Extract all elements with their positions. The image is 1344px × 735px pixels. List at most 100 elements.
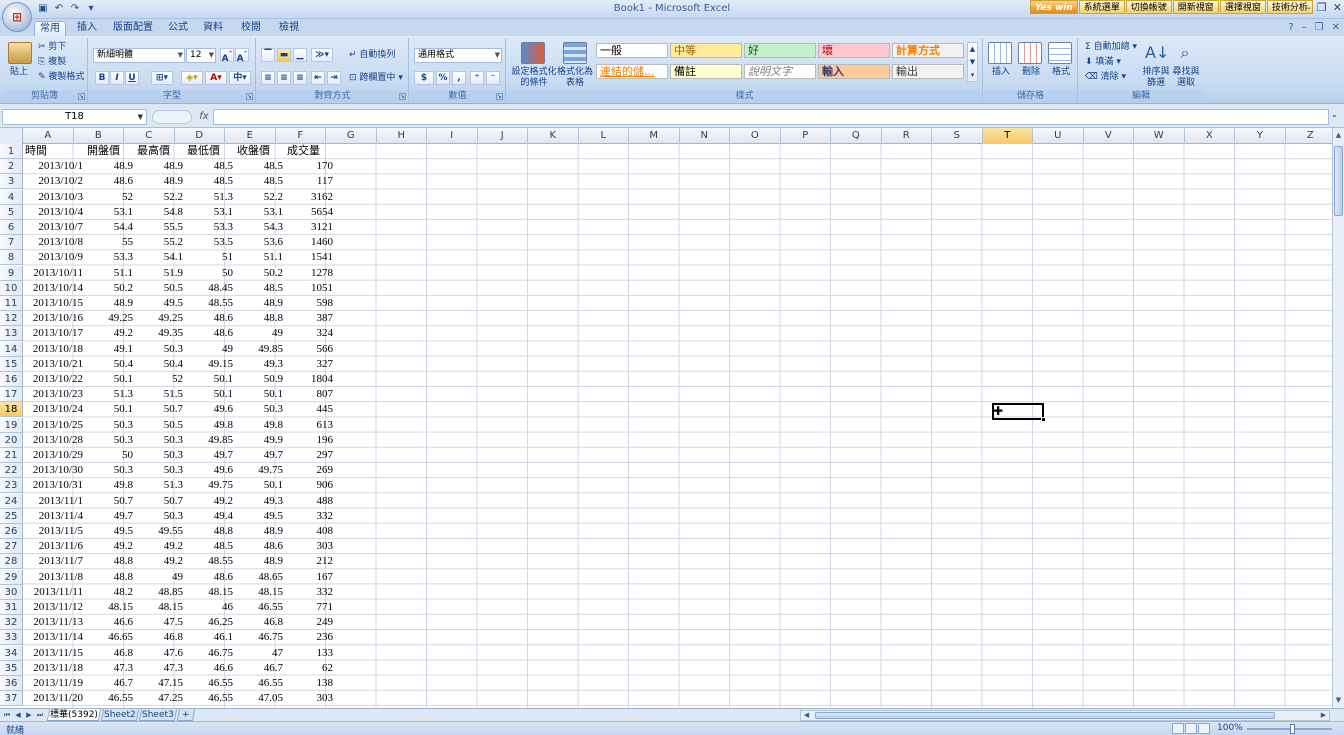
data-cell[interactable]: 47.5: [135, 615, 185, 630]
data-cell[interactable]: 49.6: [185, 463, 235, 478]
data-cell[interactable]: 46.55: [235, 676, 285, 691]
row-header[interactable]: 9: [0, 265, 23, 281]
column-header-a[interactable]: A: [23, 128, 74, 144]
data-cell[interactable]: 50.3: [85, 463, 135, 478]
data-cell[interactable]: 2013/10/29: [23, 448, 85, 463]
cell-style-8[interactable]: 輸入: [818, 64, 890, 79]
data-cell[interactable]: 48.15: [85, 600, 135, 615]
cell-area[interactable]: 時間 開盤價 最高價 最低價 收盤價 成交量 2013/10/1 48.9 48.9 48.5 48…: [23, 144, 1332, 708]
row-header[interactable]: 17: [0, 387, 23, 403]
data-cell[interactable]: 48.5: [185, 539, 235, 554]
data-cell[interactable]: 50.1: [185, 372, 235, 387]
workbook-close-icon[interactable]: ✕: [1332, 22, 1340, 33]
data-cell[interactable]: 54.3: [235, 220, 285, 235]
data-cell[interactable]: 49.8: [235, 418, 285, 433]
data-cell[interactable]: 2013/11/18: [23, 661, 85, 676]
alignment-launcher-icon[interactable]: ↘: [399, 93, 406, 100]
row-header[interactable]: 31: [0, 600, 23, 615]
binoculars-icon[interactable]: ⌕: [1173, 42, 1197, 64]
row-header[interactable]: 18: [0, 402, 23, 418]
cell-style-1[interactable]: 中等: [670, 43, 742, 58]
data-cell[interactable]: 54.1: [135, 250, 185, 265]
column-header-k[interactable]: K: [528, 128, 579, 144]
fill-color-icon[interactable]: ◈▾: [181, 71, 203, 85]
row-header[interactable]: 27: [0, 539, 23, 555]
row-header[interactable]: 7: [0, 235, 23, 251]
data-cell[interactable]: 48.9: [85, 296, 135, 311]
data-cell[interactable]: 52.2: [235, 190, 285, 205]
column-header-j[interactable]: J: [478, 128, 528, 144]
data-cell[interactable]: 49.9: [235, 433, 285, 448]
data-cell[interactable]: 46.55: [185, 691, 235, 706]
data-cell[interactable]: 50.1: [235, 387, 285, 402]
row-header[interactable]: 14: [0, 341, 23, 357]
data-cell[interactable]: 49.2: [135, 554, 185, 569]
data-cell[interactable]: 2013/11/20: [23, 691, 85, 706]
sort-filter-button[interactable]: 排序與篩選: [1141, 67, 1171, 89]
sheet-tab-1[interactable]: 標華(5392): [46, 709, 102, 721]
column-header-z[interactable]: Z: [1286, 128, 1333, 144]
data-cell[interactable]: 133: [285, 646, 335, 661]
data-cell[interactable]: 50.9: [235, 372, 285, 387]
data-cell[interactable]: 2013/10/8: [23, 235, 85, 250]
data-cell[interactable]: 2013/10/1: [23, 159, 85, 174]
data-cell[interactable]: 49.7: [185, 448, 235, 463]
data-cell[interactable]: 2013/11/12: [23, 600, 85, 615]
normal-view-icon[interactable]: [1172, 723, 1184, 734]
row-header[interactable]: 4: [0, 189, 23, 205]
increase-indent-icon[interactable]: ⇥: [327, 71, 341, 85]
data-cell[interactable]: 49: [135, 570, 185, 585]
data-cell[interactable]: 2013/10/21: [23, 357, 85, 372]
data-cell[interactable]: 2013/10/2: [23, 174, 85, 189]
data-cell[interactable]: 51.3: [135, 478, 185, 493]
row-header[interactable]: 28: [0, 554, 23, 570]
borders-icon[interactable]: ⊞▾: [151, 71, 173, 85]
insert-function-button[interactable]: fx: [196, 109, 212, 125]
data-cell[interactable]: 50.3: [135, 433, 185, 448]
data-cell[interactable]: 1804: [285, 372, 335, 387]
data-cell[interactable]: 47.25: [135, 691, 185, 706]
data-cell[interactable]: 2013/10/9: [23, 250, 85, 265]
data-cell[interactable]: 48.9: [85, 159, 135, 174]
data-cell[interactable]: 47.6: [135, 646, 185, 661]
orientation-icon[interactable]: ≫▾: [311, 48, 333, 62]
data-cell[interactable]: 48.15: [235, 585, 285, 600]
restore-icon[interactable]: ❐: [1317, 1, 1327, 14]
data-cell[interactable]: 51.3: [85, 387, 135, 402]
data-cell[interactable]: 2013/10/25: [23, 418, 85, 433]
data-cell[interactable]: 332: [285, 585, 335, 600]
column-title[interactable]: 收盤價: [235, 144, 285, 159]
column-header-r[interactable]: R: [882, 128, 932, 144]
sheet-tab-3[interactable]: Sheet3: [138, 709, 178, 721]
data-cell[interactable]: 48.9: [135, 174, 185, 189]
data-cell[interactable]: 49.3: [235, 494, 285, 509]
data-cell[interactable]: 2013/10/3: [23, 190, 85, 205]
tab-formulas[interactable]: 公式: [164, 21, 192, 36]
row-header[interactable]: 26: [0, 524, 23, 539]
data-cell[interactable]: 50.3: [135, 463, 185, 478]
data-cell[interactable]: 53.1: [235, 205, 285, 220]
horizontal-scrollbar[interactable]: ◀ ▶: [800, 710, 1330, 721]
data-cell[interactable]: 50.1: [185, 387, 235, 402]
vertical-scroll-thumb[interactable]: [1334, 146, 1343, 216]
cell-style-0[interactable]: 一般: [596, 43, 668, 58]
data-cell[interactable]: 50: [185, 266, 235, 281]
cut-button[interactable]: ✂ 剪下: [38, 42, 66, 53]
column-title[interactable]: 開盤價: [85, 144, 135, 159]
data-cell[interactable]: 2013/11/5: [23, 524, 85, 539]
data-cell[interactable]: 48.45: [185, 281, 235, 296]
data-cell[interactable]: 49.8: [185, 418, 235, 433]
row-header[interactable]: 1: [0, 144, 23, 159]
font-name-combo[interactable]: 新細明體 ▼: [93, 48, 185, 63]
column-header-v[interactable]: V: [1084, 128, 1134, 144]
data-cell[interactable]: 5654: [285, 205, 335, 220]
data-cell[interactable]: 2013/10/30: [23, 463, 85, 478]
data-cell[interactable]: 49.1: [85, 342, 135, 357]
column-header-i[interactable]: I: [427, 128, 478, 144]
data-cell[interactable]: 332: [285, 509, 335, 524]
data-cell[interactable]: 55.5: [135, 220, 185, 235]
column-header-c[interactable]: C: [124, 128, 175, 144]
column-header-y[interactable]: Y: [1235, 128, 1286, 144]
data-cell[interactable]: 46.55: [185, 676, 235, 691]
row-header[interactable]: 2: [0, 159, 23, 175]
